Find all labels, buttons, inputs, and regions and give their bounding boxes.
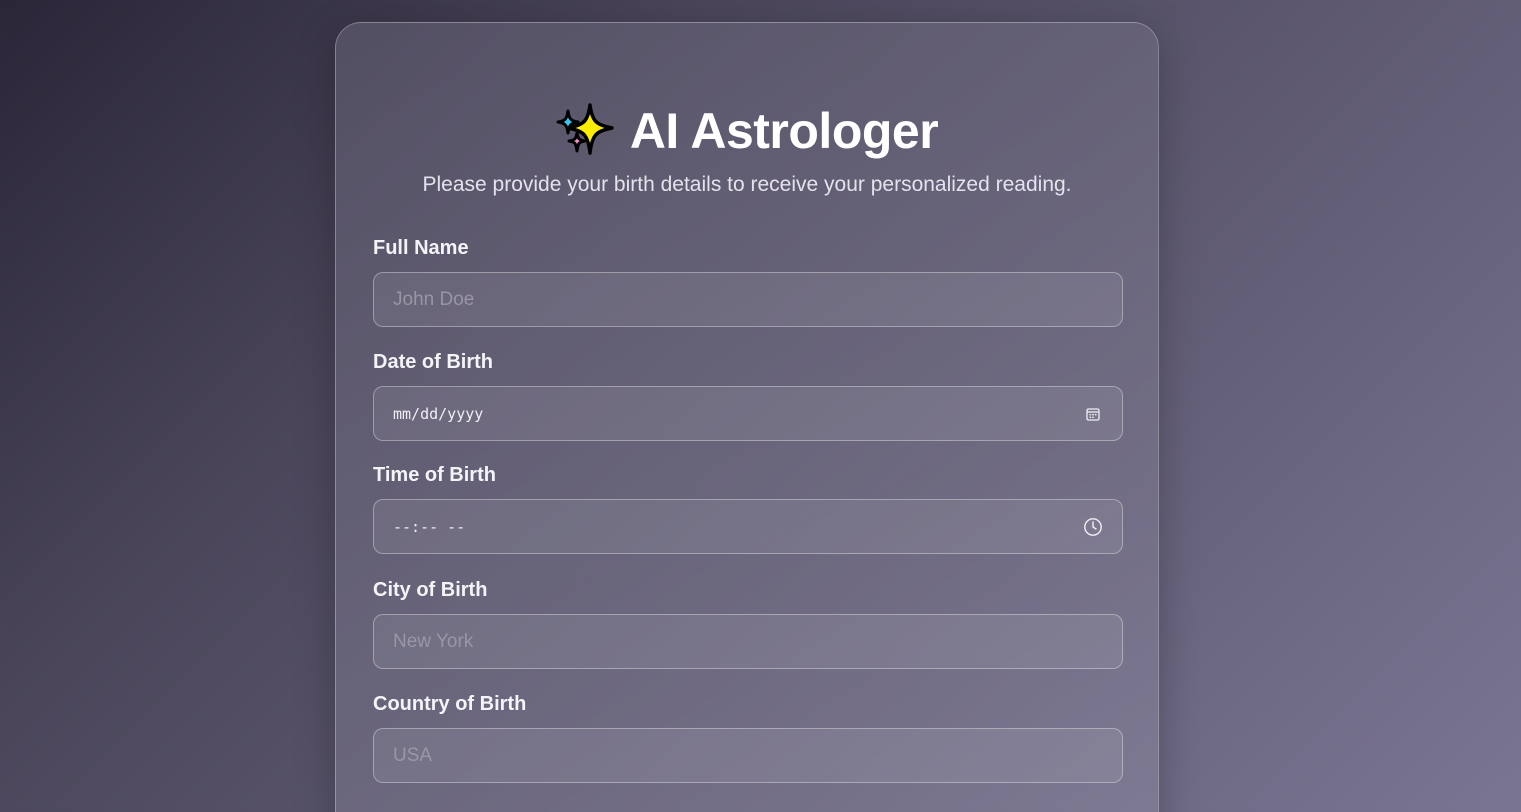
calendar-icon[interactable] xyxy=(1083,404,1103,424)
date-of-birth-label: Date of Birth xyxy=(373,351,493,373)
time-of-birth-field[interactable]: --:-- -- xyxy=(373,499,1123,554)
country-placeholder: USA xyxy=(393,744,433,766)
date-of-birth-field[interactable]: mm/dd/yyyy xyxy=(373,386,1123,441)
country-of-birth-label: Country of Birth xyxy=(373,693,527,715)
page-subtitle: Please provide your birth details to rec… xyxy=(422,173,1072,196)
birth-details-card: AI Astrologer Please provide your birth … xyxy=(335,22,1159,812)
page-title: AI Astrologer xyxy=(629,103,939,159)
time-format-text: --:-- -- xyxy=(393,517,466,536)
clock-icon[interactable] xyxy=(1083,517,1103,537)
title-row: AI Astrologer xyxy=(336,101,1158,161)
full-name-placeholder: John Doe xyxy=(393,288,475,310)
sparkles-icon xyxy=(556,103,614,155)
country-of-birth-field[interactable]: USA xyxy=(373,728,1123,783)
city-placeholder: New York xyxy=(393,630,474,652)
time-of-birth-label: Time of Birth xyxy=(373,464,496,486)
full-name-field[interactable]: John Doe xyxy=(373,272,1123,327)
city-of-birth-label: City of Birth xyxy=(373,579,488,601)
date-format-text: mm/dd/yyyy xyxy=(393,404,484,423)
full-name-label: Full Name xyxy=(373,237,469,259)
city-of-birth-field[interactable]: New York xyxy=(373,614,1123,669)
